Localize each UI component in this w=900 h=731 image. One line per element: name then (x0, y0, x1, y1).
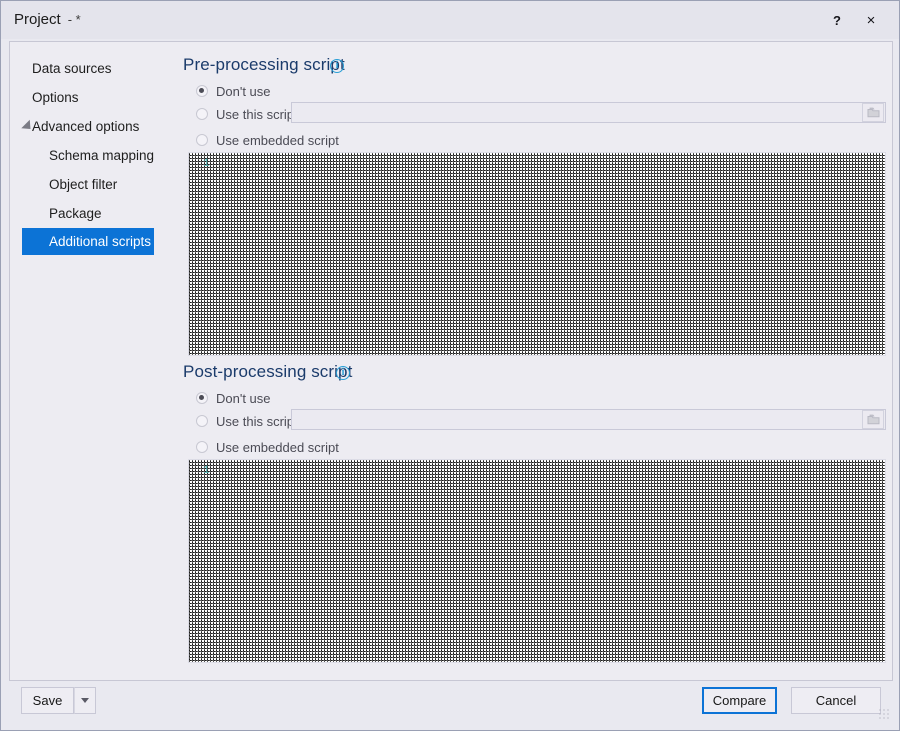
sidebar-item-label: Object filter (49, 177, 117, 192)
sidebar-item-label: Advanced options (32, 119, 139, 134)
post-script-path-input[interactable] (291, 409, 886, 430)
pre-script-path-input[interactable] (291, 102, 886, 123)
radio-label: Don't use (216, 391, 271, 406)
radio-label: Use embedded script (216, 440, 339, 455)
radio-indicator[interactable] (196, 134, 208, 146)
pre-radio-use-embedded-script[interactable]: Use embedded script (196, 131, 339, 149)
sidebar-item-options[interactable]: Options (22, 85, 79, 110)
chevron-down-icon (81, 698, 89, 703)
pre-script-browse-button[interactable] (862, 103, 884, 122)
radio-label: Don't use (216, 84, 271, 99)
post-processing-title: Post-processing script (183, 362, 352, 382)
sidebar-item-schema-mapping[interactable]: Schema mapping (22, 143, 154, 168)
sidebar-nav: Data sources Options Advanced options Sc… (10, 42, 178, 680)
resize-grip-icon[interactable] (878, 708, 889, 719)
window-title: Project - * (14, 11, 81, 28)
dialog-content-frame: Data sources Options Advanced options Sc… (9, 41, 893, 681)
sidebar-item-label: Package (49, 206, 102, 221)
cancel-button-label: Cancel (816, 693, 856, 708)
sidebar-item-object-filter[interactable]: Object filter (22, 172, 117, 197)
window-title-suffix: - * (68, 12, 81, 27)
post-radio-use-this-script[interactable]: Use this script: (196, 412, 301, 430)
close-button[interactable]: × (857, 7, 885, 33)
pre-script-editor[interactable]: 1 (188, 152, 886, 356)
radio-indicator[interactable] (196, 392, 208, 404)
radio-indicator[interactable] (196, 415, 208, 427)
radio-label: Use this script: (216, 107, 301, 122)
post-script-browse-button[interactable] (862, 410, 884, 429)
pre-processing-info-icon[interactable]: i (330, 59, 344, 73)
close-icon: × (867, 12, 876, 29)
sidebar-item-label: Options (32, 90, 79, 105)
folder-icon (867, 414, 880, 425)
radio-label: Use embedded script (216, 133, 339, 148)
post-radio-dont-use[interactable]: Don't use (196, 389, 271, 407)
main-panel: Pre-processing script i Don't use Use th… (178, 42, 893, 680)
pre-radio-use-this-script[interactable]: Use this script: (196, 105, 301, 123)
pre-editor-line-number: 1 (203, 158, 210, 170)
title-bar: Project - * ? × (1, 1, 900, 39)
sidebar-item-package[interactable]: Package (22, 201, 102, 226)
sidebar-item-label: Data sources (32, 61, 112, 76)
sidebar-item-advanced-options[interactable]: Advanced options (22, 114, 139, 139)
window-title-text: Project (14, 11, 61, 28)
compare-button-label: Compare (713, 693, 766, 708)
post-processing-info-icon[interactable]: i (336, 366, 350, 380)
sidebar-item-additional-scripts[interactable]: Additional scripts (22, 228, 154, 255)
pre-processing-title: Pre-processing script (183, 55, 345, 75)
sidebar-item-data-sources[interactable]: Data sources (22, 56, 112, 81)
project-dialog-window: Project - * ? × Data sources Options Adva… (0, 0, 900, 731)
radio-indicator[interactable] (196, 441, 208, 453)
save-button[interactable]: Save (21, 687, 74, 714)
post-editor-line-number: 1 (203, 465, 210, 477)
post-radio-use-embedded-script[interactable]: Use embedded script (196, 438, 339, 456)
folder-icon (867, 107, 880, 118)
save-dropdown-button[interactable] (74, 687, 96, 714)
post-script-editor[interactable]: 1 (188, 459, 886, 663)
help-icon: ? (833, 13, 841, 28)
dialog-footer: Save Compare Cancel (9, 681, 893, 723)
sidebar-item-label: Additional scripts (49, 234, 151, 249)
help-button[interactable]: ? (823, 7, 851, 33)
sidebar-item-label: Schema mapping (49, 148, 154, 163)
cancel-button[interactable]: Cancel (791, 687, 881, 714)
pre-radio-dont-use[interactable]: Don't use (196, 82, 271, 100)
radio-label: Use this script: (216, 414, 301, 429)
radio-indicator[interactable] (196, 108, 208, 120)
radio-indicator[interactable] (196, 85, 208, 97)
compare-button[interactable]: Compare (702, 687, 777, 714)
save-button-label: Save (33, 693, 63, 708)
